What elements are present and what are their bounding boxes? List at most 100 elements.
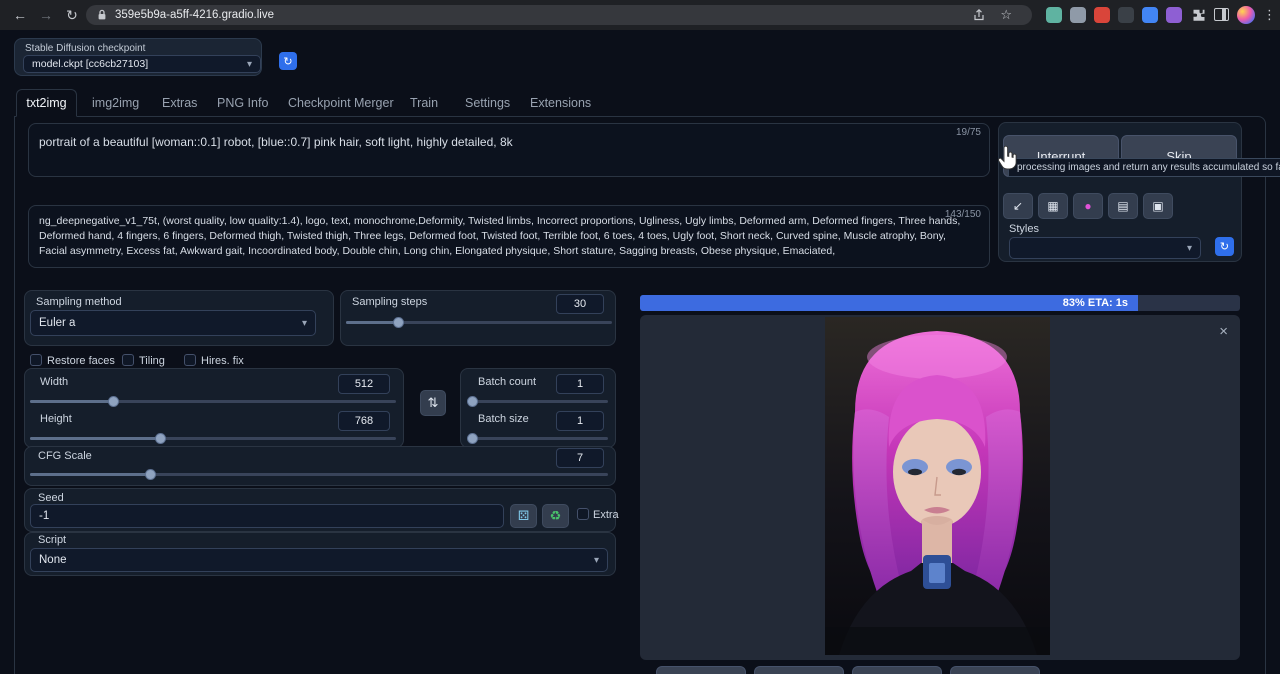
extension-icon[interactable] xyxy=(1142,7,1158,23)
style-save-button[interactable]: ▣ xyxy=(1143,193,1173,219)
slider-handle[interactable] xyxy=(145,469,156,480)
negative-prompt-input[interactable]: ng_deepnegative_v1_75t, (worst quality, … xyxy=(28,205,990,268)
refresh-checkpoints-button[interactable]: ↻ xyxy=(279,52,297,70)
height-label: Height xyxy=(40,413,72,425)
chevron-down-icon: ▾ xyxy=(302,318,307,329)
sampling-steps-label: Sampling steps xyxy=(352,296,427,308)
slider-handle[interactable] xyxy=(155,433,166,444)
extension-icon[interactable] xyxy=(1046,7,1062,23)
cfg-scale-slider[interactable] xyxy=(30,468,608,481)
slider-handle[interactable] xyxy=(467,396,478,407)
profile-avatar[interactable] xyxy=(1237,6,1255,24)
lock-icon xyxy=(97,9,107,21)
bookmark-star-icon[interactable]: ☆ xyxy=(1000,7,1012,23)
clear-prompt-button[interactable]: ▦ xyxy=(1038,193,1068,219)
extensions-puzzle-icon[interactable] xyxy=(1190,7,1206,23)
restore-faces-checkbox[interactable] xyxy=(30,354,42,366)
swap-dimensions-button[interactable]: ⇅ xyxy=(420,390,446,416)
chevron-down-icon: ▾ xyxy=(1187,243,1192,254)
batch-size-slider[interactable] xyxy=(468,432,608,445)
script-dropdown[interactable]: None ▾ xyxy=(30,548,608,572)
extension-icon[interactable] xyxy=(1070,7,1086,23)
seed-extra-label: Extra xyxy=(593,509,619,521)
progress-text: 83% ETA: 1s xyxy=(1063,297,1128,309)
tab-extensions[interactable]: Extensions xyxy=(530,96,591,110)
negative-prompt-text: ng_deepnegative_v1_75t, (worst quality, … xyxy=(39,214,975,259)
batch-size-input[interactable]: 1 xyxy=(556,411,604,431)
chevron-down-icon: ▾ xyxy=(247,59,252,70)
interrupt-tooltip: processing images and return any results… xyxy=(1008,158,1280,177)
refresh-styles-button[interactable]: ↻ xyxy=(1215,237,1234,256)
chevron-down-icon: ▾ xyxy=(594,555,599,566)
prompt-input[interactable]: portrait of a beautiful [woman::0.1] rob… xyxy=(28,123,990,177)
tab-extras[interactable]: Extras xyxy=(162,96,197,110)
extension-icon[interactable] xyxy=(1094,7,1110,23)
height-slider[interactable] xyxy=(30,432,396,445)
negative-prompt-token-counter: 143/150 xyxy=(945,209,981,220)
output-gallery: × xyxy=(640,315,1240,660)
output-action-button[interactable] xyxy=(656,666,746,674)
checkpoint-block: Stable Diffusion checkpoint model.ckpt [… xyxy=(14,38,262,76)
reuse-seed-button[interactable]: ♻ xyxy=(542,504,569,528)
batch-count-label: Batch count xyxy=(478,376,536,388)
slider-fill xyxy=(30,473,150,476)
generate-panel: Interrupt Skip ↙ ▦ ● ▤ ▣ Styles ▾ ↻ xyxy=(998,122,1242,262)
prompt-token-counter: 19/75 xyxy=(956,127,981,138)
width-slider[interactable] xyxy=(30,395,396,408)
output-action-button[interactable] xyxy=(852,666,942,674)
side-panel-icon[interactable] xyxy=(1214,8,1229,21)
cfg-scale-label: CFG Scale xyxy=(38,450,92,462)
paste-params-button[interactable]: ↙ xyxy=(1003,193,1033,219)
seed-extra-checkbox[interactable] xyxy=(577,508,589,520)
back-icon[interactable]: ← xyxy=(10,5,30,25)
browser-menu-icon[interactable]: ⋮ xyxy=(1263,7,1276,23)
tab-txt2img[interactable]: txt2img xyxy=(16,89,77,117)
sampling-method-value: Euler a xyxy=(39,317,75,329)
tiling-label: Tiling xyxy=(139,355,165,367)
sampling-method-dropdown[interactable]: Euler a ▾ xyxy=(30,310,316,336)
style-apply-button[interactable]: ● xyxy=(1073,193,1103,219)
close-preview-icon[interactable]: × xyxy=(1219,323,1228,340)
width-label: Width xyxy=(40,376,68,388)
slider-handle[interactable] xyxy=(467,433,478,444)
seed-label: Seed xyxy=(38,492,64,504)
slider-fill xyxy=(30,437,160,440)
cfg-scale-input[interactable]: 7 xyxy=(556,448,604,468)
tab-png-info[interactable]: PNG Info xyxy=(217,96,268,110)
tab-checkpoint-merger[interactable]: Checkpoint Merger xyxy=(288,96,394,110)
batch-count-slider[interactable] xyxy=(468,395,608,408)
height-input[interactable]: 768 xyxy=(338,411,390,431)
tab-settings[interactable]: Settings xyxy=(465,96,510,110)
styles-dropdown[interactable]: ▾ xyxy=(1009,237,1201,259)
progress-fill: 83% ETA: 1s xyxy=(640,295,1138,311)
sampling-steps-input[interactable]: 30 xyxy=(556,294,604,314)
slider-track xyxy=(468,400,608,403)
address-bar[interactable]: 359e5b9a-a5ff-4216.gradio.live ☆ xyxy=(86,5,1032,25)
slider-fill xyxy=(30,400,113,403)
extension-icon[interactable] xyxy=(1166,7,1182,23)
forward-icon[interactable]: → xyxy=(36,5,56,25)
script-label: Script xyxy=(38,534,66,546)
generated-image[interactable] xyxy=(825,317,1050,655)
progress-bar: 83% ETA: 1s xyxy=(640,295,1240,311)
hires-fix-checkbox[interactable] xyxy=(184,354,196,366)
width-input[interactable]: 512 xyxy=(338,374,390,394)
slider-handle[interactable] xyxy=(108,396,119,407)
tab-train[interactable]: Train xyxy=(410,96,438,110)
output-action-button[interactable] xyxy=(950,666,1040,674)
style-copy-button[interactable]: ▤ xyxy=(1108,193,1138,219)
slider-handle[interactable] xyxy=(393,317,404,328)
tab-img2img[interactable]: img2img xyxy=(92,96,139,110)
share-icon[interactable] xyxy=(972,8,986,22)
seed-input[interactable]: -1 xyxy=(30,504,504,528)
checkpoint-dropdown[interactable]: model.ckpt [cc6cb27103] ▾ xyxy=(23,55,261,73)
output-action-button[interactable] xyxy=(754,666,844,674)
random-seed-button[interactable]: ⚄ xyxy=(510,504,537,528)
sampling-method-label: Sampling method xyxy=(36,296,122,308)
hires-fix-label: Hires. fix xyxy=(201,355,244,367)
extension-icon[interactable] xyxy=(1118,7,1134,23)
reload-icon[interactable]: ↻ xyxy=(62,5,82,25)
tiling-checkbox[interactable] xyxy=(122,354,134,366)
sampling-steps-slider[interactable] xyxy=(346,316,612,329)
batch-count-input[interactable]: 1 xyxy=(556,374,604,394)
